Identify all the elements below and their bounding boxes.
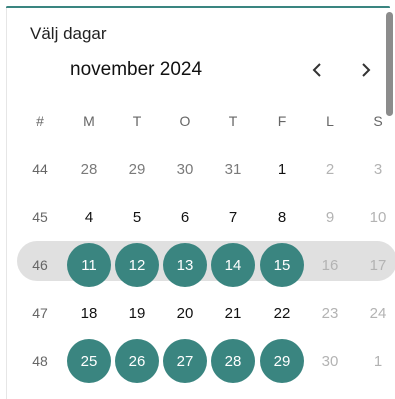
day-cell[interactable]: 6: [165, 197, 205, 237]
scrollbar[interactable]: [386, 12, 393, 116]
day-cell-selected[interactable]: 26: [115, 339, 159, 383]
day-cell[interactable]: 1: [358, 341, 395, 381]
day-cell[interactable]: 10: [358, 197, 395, 237]
day-cell-selected[interactable]: 15: [260, 243, 304, 287]
day-cell[interactable]: 5: [117, 197, 157, 237]
day-cell[interactable]: 30: [310, 341, 350, 381]
day-cell[interactable]: 16: [310, 245, 350, 285]
day-cell[interactable]: 8: [262, 197, 302, 237]
week-number: 47: [32, 305, 48, 321]
day-cell-selected[interactable]: 14: [211, 243, 255, 287]
day-cell[interactable]: 31: [213, 149, 253, 189]
day-cell[interactable]: 18: [69, 293, 109, 333]
week-number: 46: [32, 257, 48, 273]
day-cell[interactable]: 20: [165, 293, 205, 333]
day-cell[interactable]: 29: [117, 149, 157, 189]
day-cell-selected[interactable]: 27: [163, 339, 207, 383]
day-cell[interactable]: 23: [310, 293, 350, 333]
day-cell[interactable]: 19: [117, 293, 157, 333]
previous-month-button[interactable]: [303, 57, 331, 83]
weekday-header: M: [83, 113, 95, 129]
week-number: 44: [32, 161, 48, 177]
day-cell[interactable]: 9: [310, 197, 350, 237]
weekday-header: F: [277, 113, 287, 129]
day-cell[interactable]: 1: [262, 149, 302, 189]
day-cell-selected[interactable]: 12: [115, 243, 159, 287]
day-cell[interactable]: 21: [213, 293, 253, 333]
weekday-header: T: [228, 113, 238, 129]
day-cell-selected[interactable]: 11: [67, 243, 111, 287]
week-number-header: #: [36, 113, 44, 129]
day-cell[interactable]: 7: [213, 197, 253, 237]
weekday-header: T: [132, 113, 142, 129]
day-cell[interactable]: 24: [358, 293, 395, 333]
day-cell-selected[interactable]: 28: [211, 339, 255, 383]
day-cell-selected[interactable]: 25: [67, 339, 111, 383]
day-cell[interactable]: 22: [262, 293, 302, 333]
week-number: 45: [32, 209, 48, 225]
week-number: 48: [32, 353, 48, 369]
chevron-right-icon: [362, 63, 371, 77]
day-cell[interactable]: 17: [358, 245, 395, 285]
chevron-left-icon: [312, 63, 321, 77]
day-cell[interactable]: 2: [310, 149, 350, 189]
day-cell[interactable]: 28: [69, 149, 109, 189]
month-label: november 2024: [70, 59, 203, 80]
day-cell[interactable]: 4: [69, 197, 109, 237]
day-cell-selected[interactable]: 29: [260, 339, 304, 383]
weekday-header: L: [326, 113, 334, 129]
day-cell[interactable]: 30: [165, 149, 205, 189]
weekday-header: O: [179, 113, 191, 129]
next-month-button[interactable]: [352, 57, 380, 83]
dialog-title: Välj dagar: [30, 24, 107, 43]
day-cell[interactable]: 3: [358, 149, 395, 189]
day-cell-selected[interactable]: 13: [163, 243, 207, 287]
